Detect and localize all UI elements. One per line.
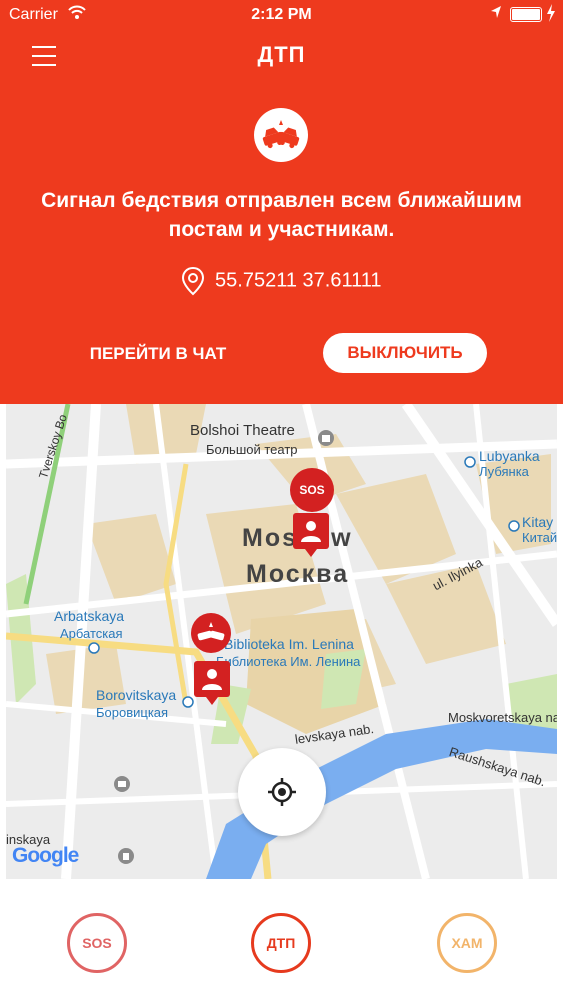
metro-icon	[464, 456, 476, 468]
car-crash-icon	[254, 108, 308, 162]
map-label-borovitskaya-ru: Боровицкая	[96, 705, 169, 720]
bottom-tab-bar: SOS ДТП ХАМ	[0, 879, 563, 1000]
coordinates-row: 55.75211 37.61111	[0, 266, 563, 296]
map-label-kitay-ru: Китай	[522, 530, 557, 545]
alert-header: Carrier 2:12 PM ДТП Сигнал бедствия отпр…	[0, 0, 563, 404]
metro-icon	[508, 520, 520, 532]
my-location-button[interactable]	[238, 748, 326, 836]
map-label-lenina-ru: Библиотека Им. Ленина	[216, 654, 361, 669]
turn-off-button[interactable]: ВЫКЛЮЧИТЬ	[323, 333, 487, 373]
coordinates-value: 55.75211 37.61111	[215, 269, 382, 292]
charging-icon	[547, 4, 555, 22]
google-logo: Google	[12, 844, 79, 867]
car-crash-map-marker[interactable]	[190, 612, 232, 654]
map-label-lubyanka-en: Lubyanka	[479, 448, 540, 464]
user-map-marker[interactable]	[193, 660, 231, 706]
sos-map-marker[interactable]: SOS	[290, 468, 334, 512]
building-icon	[118, 848, 134, 864]
map-label-moskvoretskaya: Moskvoretskaya nab.	[448, 710, 557, 725]
location-arrow-icon	[491, 6, 501, 18]
map-label-bolshoi-ru: Большой театр	[206, 442, 298, 457]
google-attribution: Google	[12, 844, 79, 868]
map-label-lenina-en: Biblioteka Im. Lenina	[224, 636, 354, 652]
map-label-borovitskaya-en: Borovitskaya	[96, 687, 177, 703]
map-label-arbatskaya-en: Arbatskaya	[54, 608, 125, 624]
page-title: ДТП	[257, 42, 306, 67]
location-pin-icon	[182, 266, 205, 296]
map-label-arbatskaya-ru: Арбатская	[60, 626, 123, 641]
crosshair-icon	[268, 778, 296, 806]
museum-icon	[114, 776, 130, 792]
tab-sos[interactable]: SOS	[67, 913, 127, 973]
user-map-marker[interactable]	[292, 512, 330, 558]
map-label-bolshoi-en: Bolshoi Theatre	[190, 422, 295, 439]
tab-dtp[interactable]: ДТП	[251, 913, 311, 973]
theatre-icon	[318, 430, 334, 446]
status-time: 2:12 PM	[251, 6, 312, 23]
battery-icon	[510, 7, 542, 22]
status-bar: Carrier 2:12 PM	[0, 0, 563, 30]
metro-icon	[88, 642, 100, 654]
map-label-moscow-ru: Москва	[246, 560, 350, 588]
tab-ham[interactable]: ХАМ	[437, 913, 497, 973]
map-label-lubyanka-ru: Лубянка	[479, 464, 529, 479]
map-label-kitay-en: Kitay	[522, 514, 554, 530]
go-to-chat-button[interactable]: ПЕРЕЙТИ В ЧАТ	[68, 336, 248, 372]
distress-message: Сигнал бедствия отправлен всем ближайшим…	[41, 189, 522, 241]
